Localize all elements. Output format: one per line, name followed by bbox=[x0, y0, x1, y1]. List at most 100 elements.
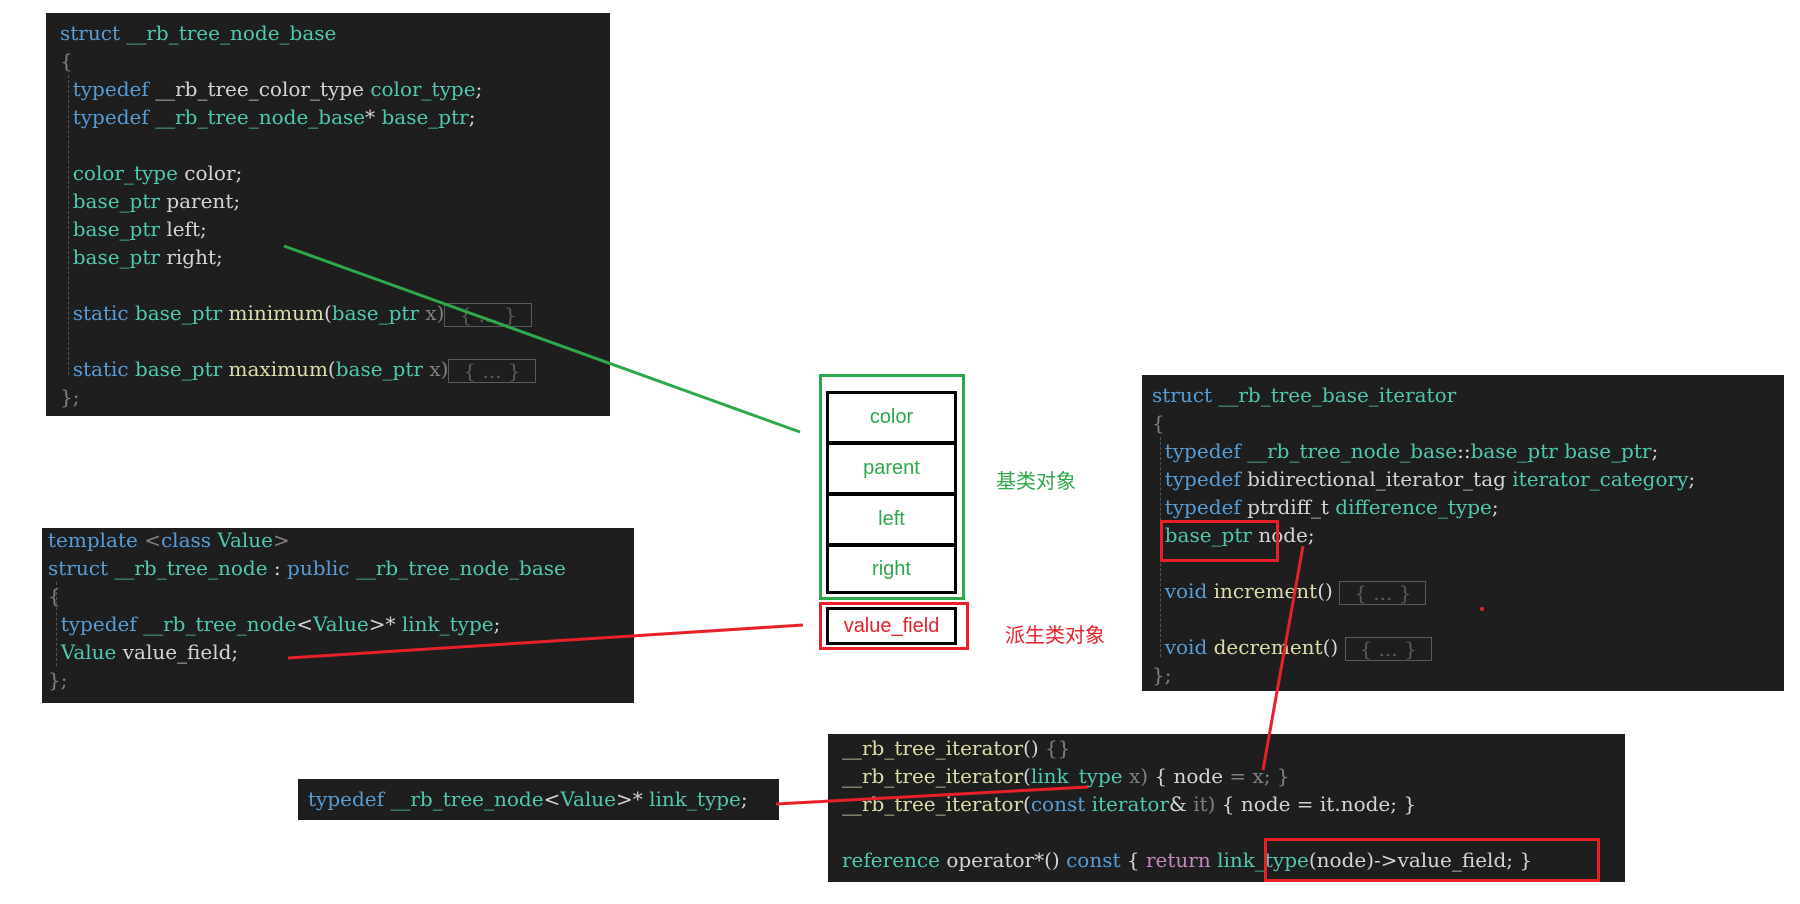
code-token: parent; bbox=[166, 189, 241, 213]
collapsed-block[interactable]: { ... } bbox=[1344, 636, 1432, 661]
code-line: typedef __rb_tree_node_base::base_ptr ba… bbox=[1142, 437, 1784, 465]
code-line: Value value_field; bbox=[42, 638, 634, 666]
code-token: class bbox=[160, 528, 218, 552]
code-token: x) bbox=[1128, 764, 1155, 788]
code-line: struct __rb_tree_node_base bbox=[46, 19, 610, 47]
base-object-label: 基类对象 bbox=[996, 469, 1076, 493]
code-line: static base_ptr minimum(base_ptr x){ ...… bbox=[46, 299, 610, 327]
code-line: color_type color; bbox=[46, 159, 610, 187]
code-token: { bbox=[1126, 848, 1146, 872]
code-token: minimum bbox=[228, 301, 324, 325]
code-token: static bbox=[60, 301, 135, 325]
code-token: value_field; bbox=[122, 640, 239, 664]
code-line: base_ptr parent; bbox=[46, 187, 610, 215]
code-token: { bbox=[48, 584, 61, 608]
code-token: decrement bbox=[1213, 635, 1323, 659]
code-line: typedef ptrdiff_t difference_type; bbox=[1142, 493, 1784, 521]
code-token: : bbox=[273, 556, 288, 580]
code-token: & bbox=[1169, 792, 1194, 816]
code-token: const bbox=[1030, 792, 1092, 816]
code-token: {} bbox=[1045, 736, 1071, 760]
code-token: () bbox=[1023, 736, 1045, 760]
code-token: static bbox=[60, 357, 135, 381]
code-token: left; bbox=[166, 217, 207, 241]
code-line: __rb_tree_iterator() {} bbox=[828, 734, 1625, 762]
code-line: void decrement() { ... } bbox=[1142, 633, 1784, 661]
code-token: increment bbox=[1213, 579, 1318, 603]
code-token: ( bbox=[1023, 764, 1031, 788]
memory-cell-left: left bbox=[826, 493, 957, 546]
code-line: base_ptr right; bbox=[46, 243, 610, 271]
code-token: }; bbox=[1152, 663, 1172, 687]
code-token: base_ptr bbox=[1564, 439, 1652, 463]
code-line: template <class Value> bbox=[42, 528, 634, 554]
code-line: { bbox=[1142, 409, 1784, 437]
code-token: typedef bbox=[308, 787, 391, 811]
code-token: >* bbox=[368, 612, 402, 636]
code-token: public bbox=[287, 556, 356, 580]
code-token: () bbox=[1322, 635, 1345, 659]
collapsed-block[interactable]: { ... } bbox=[448, 358, 536, 383]
collapsed-block[interactable]: { ... } bbox=[1339, 580, 1427, 605]
code-token: __rb_tree_iterator bbox=[842, 736, 1024, 760]
memory-cell-parent: parent bbox=[826, 442, 957, 495]
code-token: base_ptr bbox=[60, 217, 167, 241]
code-token: maximum bbox=[228, 357, 328, 381]
code-panel-node-base: struct __rb_tree_node_base{ typedef __rb… bbox=[46, 13, 610, 416]
code-line: static base_ptr maximum(base_ptr x){ ...… bbox=[46, 355, 610, 383]
code-token: ; bbox=[493, 612, 501, 636]
code-token: __rb_tree_iterator bbox=[842, 764, 1024, 788]
code-token: base_ptr bbox=[331, 301, 426, 325]
code-line: base_ptr left; bbox=[46, 215, 610, 243]
code-token: link_type bbox=[649, 787, 741, 811]
code-token: void bbox=[1152, 635, 1214, 659]
code-token: < bbox=[543, 787, 561, 811]
code-panel-node: template <class Value> struct __rb_tree_n… bbox=[42, 528, 634, 703]
code-line: typedef __rb_tree_node<Value>* link_type… bbox=[298, 785, 779, 813]
code-token: }; bbox=[48, 668, 68, 692]
code-token: iterator_category bbox=[1512, 467, 1689, 491]
code-token: ; bbox=[1491, 495, 1499, 519]
code-token: >* bbox=[616, 787, 650, 811]
code-token: return bbox=[1145, 848, 1218, 872]
code-token: __rb_tree_node_base bbox=[1247, 439, 1458, 463]
code-line: }; bbox=[46, 383, 610, 411]
code-line: void increment() { ... } bbox=[1142, 577, 1784, 605]
collapsed-block[interactable]: { ... } bbox=[444, 302, 532, 327]
code-line: __rb_tree_iterator(link_type x) { node =… bbox=[828, 762, 1625, 790]
code-token: :: bbox=[1457, 439, 1471, 463]
code-token: __rb_tree_base_iterator bbox=[1218, 383, 1457, 407]
code-token: < bbox=[296, 612, 314, 636]
code-token: color_type bbox=[370, 77, 476, 101]
code-token: void bbox=[1152, 579, 1214, 603]
code-token: x) bbox=[425, 301, 445, 325]
code-token: __rb_tree_node_base bbox=[126, 21, 337, 45]
code-token: typedef bbox=[1152, 467, 1248, 491]
code-token: typedef bbox=[60, 105, 156, 129]
code-token: struct bbox=[1152, 383, 1219, 407]
code-token: typedef bbox=[1152, 439, 1248, 463]
code-token: { bbox=[60, 49, 73, 73]
code-line: typedef __rb_tree_node_base* base_ptr; bbox=[46, 103, 610, 131]
code-token: base_ptr bbox=[134, 357, 229, 381]
code-line: { bbox=[46, 47, 610, 75]
code-token: ptrdiff_t bbox=[1247, 495, 1336, 519]
code-token: ; bbox=[1688, 467, 1696, 491]
code-token: __rb_tree_color_type bbox=[155, 77, 371, 101]
code-token: ; bbox=[468, 105, 476, 129]
code-token: iterator bbox=[1091, 792, 1170, 816]
code-line: typedef __rb_tree_color_type color_type; bbox=[46, 75, 610, 103]
code-token: base_ptr bbox=[1470, 439, 1565, 463]
code-token: { bbox=[1152, 411, 1165, 435]
code-token: Value bbox=[48, 640, 123, 664]
code-token: __rb_tree_node_base bbox=[355, 556, 566, 580]
code-token: __rb_tree_node_base bbox=[155, 105, 366, 129]
code-panel-link-type: typedef __rb_tree_node<Value>* link_type… bbox=[298, 779, 779, 820]
code-token: base_ptr bbox=[60, 189, 167, 213]
code-token: link_type bbox=[1030, 764, 1129, 788]
code-line: struct __rb_tree_base_iterator bbox=[1142, 381, 1784, 409]
code-token: typedef bbox=[48, 612, 144, 636]
code-line: }; bbox=[42, 666, 634, 694]
